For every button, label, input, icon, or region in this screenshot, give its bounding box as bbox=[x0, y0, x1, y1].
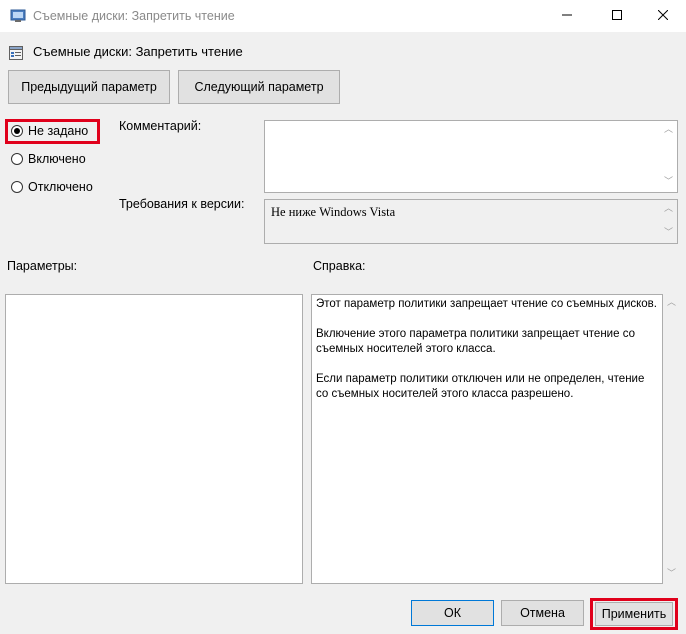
radio-button[interactable] bbox=[11, 153, 23, 165]
next-setting-button[interactable]: Следующий параметр bbox=[178, 70, 340, 104]
close-button[interactable] bbox=[640, 0, 686, 32]
window-title: Съемные диски: Запретить чтение bbox=[33, 9, 235, 23]
comment-label: Комментарий: bbox=[119, 119, 202, 133]
scroll-up-icon[interactable]: ︿ bbox=[664, 204, 673, 213]
radio-label: Не задано bbox=[28, 124, 89, 138]
page-title: Съемные диски: Запретить чтение bbox=[33, 44, 243, 59]
version-requirements-label: Требования к версии: bbox=[119, 197, 245, 211]
help-text: Этот параметр политики запрещает чтение … bbox=[316, 297, 658, 417]
scroll-up-icon[interactable]: ︿ bbox=[664, 125, 673, 134]
help-paragraph: Включение этого параметра политики запре… bbox=[316, 328, 635, 355]
previous-setting-button[interactable]: Предыдущий параметр bbox=[8, 70, 170, 104]
scroll-down-icon[interactable]: ﹀ bbox=[664, 228, 673, 237]
maximize-button[interactable] bbox=[594, 0, 640, 32]
radio-disabled[interactable]: Отключено bbox=[11, 180, 93, 194]
parameters-pane bbox=[5, 294, 303, 584]
scroll-down-icon[interactable]: ﹀ bbox=[667, 569, 676, 578]
radio-enabled[interactable]: Включено bbox=[11, 152, 86, 166]
cancel-button[interactable]: Отмена bbox=[501, 600, 584, 626]
close-icon bbox=[657, 9, 669, 23]
scroll-up-icon[interactable]: ︿ bbox=[667, 298, 676, 307]
comment-textarea[interactable]: ︿ ﹀ bbox=[264, 120, 678, 193]
scroll-down-icon[interactable]: ﹀ bbox=[664, 177, 673, 186]
help-paragraph: Этот параметр политики запрещает чтение … bbox=[316, 298, 657, 310]
parameters-label: Параметры: bbox=[7, 259, 78, 273]
help-scrollbar[interactable]: ︿ ﹀ bbox=[663, 294, 680, 584]
minimize-icon bbox=[562, 9, 572, 23]
ok-button[interactable]: ОК bbox=[411, 600, 494, 626]
radio-label: Включено bbox=[28, 152, 86, 166]
radio-not-configured[interactable]: Не задано bbox=[11, 124, 88, 138]
minimize-button[interactable] bbox=[544, 0, 590, 32]
help-pane: Этот параметр политики запрещает чтение … bbox=[311, 294, 663, 584]
comment-scrollbar[interactable]: ︿ ﹀ bbox=[660, 121, 677, 192]
radio-button[interactable] bbox=[11, 181, 23, 193]
radio-button-checked[interactable] bbox=[11, 125, 23, 137]
policy-setting-icon bbox=[8, 45, 24, 61]
help-label: Справка: bbox=[313, 259, 366, 273]
version-requirements-field: Не ниже Windows Vista ︿ ﹀ bbox=[264, 199, 678, 244]
window-app-icon bbox=[10, 8, 26, 24]
title-bar: Съемные диски: Запретить чтение bbox=[0, 0, 686, 32]
version-requirements-value: Не ниже Windows Vista bbox=[271, 205, 396, 219]
version-scrollbar[interactable]: ︿ ﹀ bbox=[660, 200, 677, 243]
apply-button[interactable]: Применить bbox=[595, 602, 673, 626]
maximize-icon bbox=[612, 9, 622, 23]
help-paragraph: Если параметр политики отключен или не о… bbox=[316, 373, 645, 400]
radio-label: Отключено bbox=[28, 180, 93, 194]
